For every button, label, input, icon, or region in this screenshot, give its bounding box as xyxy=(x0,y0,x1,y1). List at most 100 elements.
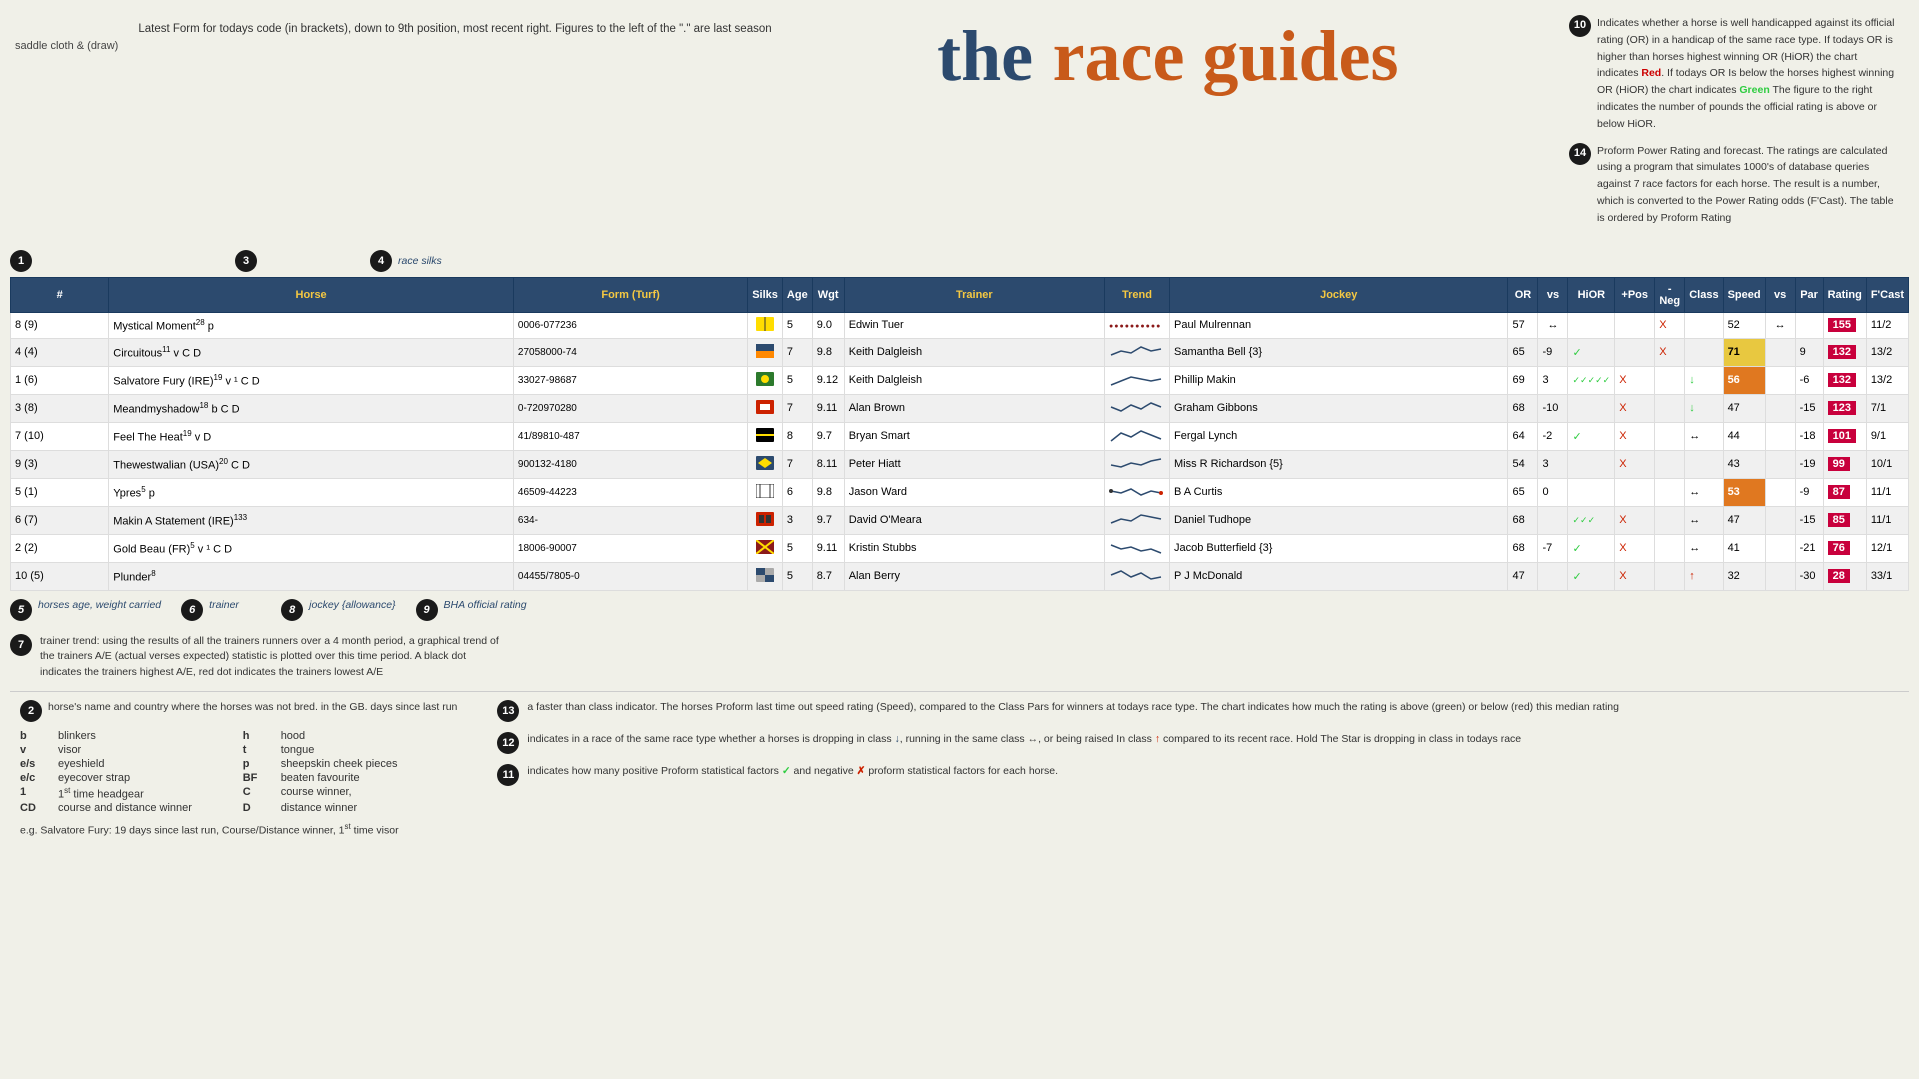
cell-hior: ✓ xyxy=(1568,338,1615,366)
cell-rating: 132 xyxy=(1823,338,1866,366)
trend-chart xyxy=(1109,539,1164,555)
cell-neg: X xyxy=(1655,312,1685,338)
cell-vs2 xyxy=(1765,422,1795,450)
cell-vs: 3 xyxy=(1538,450,1568,478)
cell-rating: 123 xyxy=(1823,394,1866,422)
cell-speed: 41 xyxy=(1723,534,1765,562)
anno-8: 8 jockey {allowance} xyxy=(281,599,395,621)
cell-or: 54 xyxy=(1508,450,1538,478)
cell-fcast: 11/2 xyxy=(1866,312,1908,338)
cell-horse: Gold Beau (FR)5 v ¹ C D xyxy=(109,534,514,562)
silks-icon xyxy=(756,484,774,498)
cell-trainer: Keith Dalgleish xyxy=(844,338,1104,366)
form-notes: Latest Form for todays code (in brackets… xyxy=(138,10,771,38)
badge-4: 4 xyxy=(370,250,392,272)
title-area: the race guides xyxy=(792,10,1544,98)
cell-rating: 99 xyxy=(1823,450,1866,478)
cell-trend xyxy=(1105,422,1170,450)
cell-form: 27058000-74 xyxy=(513,338,747,366)
cell-neg xyxy=(1655,478,1685,506)
cell-horse: Thewestwalian (USA)20 C D xyxy=(109,450,514,478)
cell-fcast: 13/2 xyxy=(1866,366,1908,394)
legend-p-key: p xyxy=(243,758,273,770)
table-and-annotations: 1 3 4 race silks # Horse Form (Turf) Sil… xyxy=(0,237,1919,845)
legend-c-key: C xyxy=(243,786,273,801)
cell-vs2 xyxy=(1765,562,1795,590)
cell-horse: Ypres5 p xyxy=(109,478,514,506)
cell-form: 900132-4180 xyxy=(513,450,747,478)
cell-trainer: David O'Meara xyxy=(844,506,1104,534)
badge-11: 11 xyxy=(497,764,519,786)
col-form: Form (Turf) xyxy=(513,277,747,312)
cell-trainer: Jason Ward xyxy=(844,478,1104,506)
trend-chart xyxy=(1109,427,1164,443)
legend-t-key: t xyxy=(243,744,273,756)
cell-age: 6 xyxy=(782,478,812,506)
anno-12-text: indicates in a race of the same race typ… xyxy=(527,732,1521,754)
cell-vs2 xyxy=(1765,506,1795,534)
table-row: 9 (3) Thewestwalian (USA)20 C D 900132-4… xyxy=(11,450,1909,478)
cell-vs xyxy=(1538,506,1568,534)
cell-or: 57 xyxy=(1508,312,1538,338)
cell-fcast: 11/1 xyxy=(1866,478,1908,506)
cell-wgt: 9.8 xyxy=(812,478,844,506)
cell-silks xyxy=(748,478,783,506)
cell-rating: 85 xyxy=(1823,506,1866,534)
cell-class: ↓ xyxy=(1685,394,1723,422)
cell-vs: -10 xyxy=(1538,394,1568,422)
badge-13: 13 xyxy=(497,700,519,722)
cell-speed: 44 xyxy=(1723,422,1765,450)
cell-trainer: Alan Berry xyxy=(844,562,1104,590)
legend-cd-val: course and distance winner xyxy=(58,802,235,814)
legend-1-key: 1 xyxy=(20,786,50,801)
cell-rating: 101 xyxy=(1823,422,1866,450)
cell-wgt: 9.8 xyxy=(812,338,844,366)
cell-number: 3 (8) xyxy=(11,394,109,422)
anno-11-block: 11 indicates how many positive Proform s… xyxy=(497,764,1899,786)
cell-trend xyxy=(1105,394,1170,422)
cell-age: 5 xyxy=(782,312,812,338)
trend-chart xyxy=(1109,567,1164,583)
cell-speed: 47 xyxy=(1723,394,1765,422)
cell-form: 634- xyxy=(513,506,747,534)
cell-par: 9 xyxy=(1795,338,1823,366)
silks-icon xyxy=(756,540,774,554)
cell-silks xyxy=(748,534,783,562)
cell-hior xyxy=(1568,312,1615,338)
cell-age: 5 xyxy=(782,534,812,562)
race-silks-label: race silks xyxy=(398,255,442,267)
cell-rating: 76 xyxy=(1823,534,1866,562)
anno-11-text: indicates how many positive Proform stat… xyxy=(527,764,1058,786)
col-wgt: Wgt xyxy=(812,277,844,312)
cell-hior: ✓ xyxy=(1568,422,1615,450)
col-vs: vs xyxy=(1538,277,1568,312)
anno-9-text: BHA official rating xyxy=(444,599,527,611)
col-speed: Speed xyxy=(1723,277,1765,312)
legend-d-key: D xyxy=(243,802,273,814)
trend-chart xyxy=(1109,399,1164,415)
badge-2: 2 xyxy=(20,700,42,722)
cell-trainer: Peter Hiatt xyxy=(844,450,1104,478)
badge-8: 8 xyxy=(281,599,303,621)
cell-rating: 132 xyxy=(1823,366,1866,394)
cell-trend: ●●●●●●●●●● xyxy=(1105,312,1170,338)
cell-vs: -9 xyxy=(1538,338,1568,366)
cell-jockey: Graham Gibbons xyxy=(1170,394,1508,422)
cell-horse: Mystical Moment28 p xyxy=(109,312,514,338)
col-jockey: Jockey xyxy=(1170,277,1508,312)
cell-form: 04455/7805-0 xyxy=(513,562,747,590)
cell-horse: Feel The Heat19 v D xyxy=(109,422,514,450)
col-class: Class xyxy=(1685,277,1723,312)
cell-number: 2 (2) xyxy=(11,534,109,562)
col-number: # xyxy=(11,277,109,312)
cell-wgt: 8.7 xyxy=(812,562,844,590)
legend-ec-key: e/c xyxy=(20,772,50,784)
cell-form: 0006-077236 xyxy=(513,312,747,338)
badge-5: 5 xyxy=(10,599,32,621)
cell-wgt: 9.7 xyxy=(812,422,844,450)
cell-form: 0-720970280 xyxy=(513,394,747,422)
cell-pos xyxy=(1615,478,1655,506)
above-table-annos: 1 3 4 race silks xyxy=(10,237,1909,277)
col-trend: Trend xyxy=(1105,277,1170,312)
cell-trend xyxy=(1105,450,1170,478)
